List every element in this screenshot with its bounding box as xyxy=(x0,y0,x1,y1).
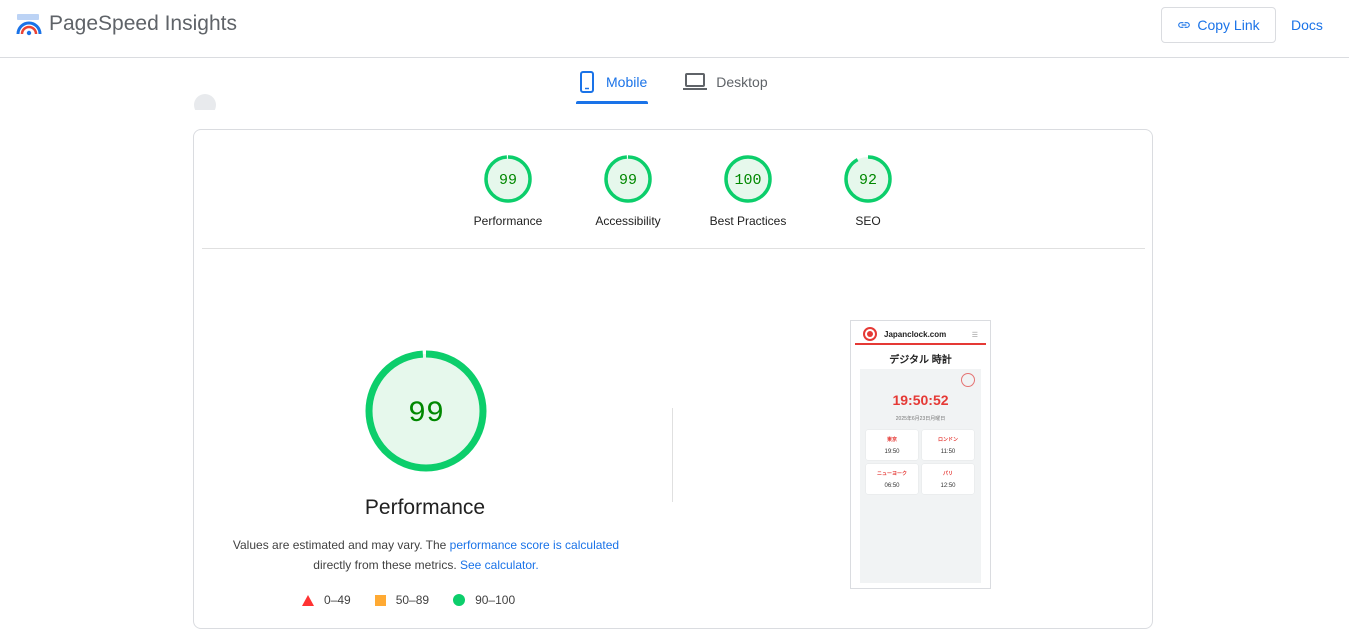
favicon xyxy=(194,94,216,110)
docs-link[interactable]: Docs xyxy=(1291,17,1323,33)
gauge-label: Best Practices xyxy=(709,214,787,228)
gauge-ring: 100 xyxy=(724,155,772,203)
device-tabs: Mobile Desktop xyxy=(576,60,769,106)
screenshot-date: 2025年6月23日月曜日 xyxy=(895,416,946,422)
city-name: ロンドン xyxy=(937,436,958,443)
city-card: ロンドン 11:50 xyxy=(922,430,974,460)
city-card: パリ 12:50 xyxy=(922,464,974,494)
gauge-best-practices[interactable]: 100 Best Practices xyxy=(688,154,808,228)
legend-average: 50–89 xyxy=(374,593,430,607)
top-bar: PageSpeed Insights Copy Link Docs xyxy=(0,0,1349,58)
vertical-separator xyxy=(672,408,673,502)
gauge-ring: 92 xyxy=(844,155,892,203)
smartphone-icon xyxy=(580,71,594,93)
gauge-ring: 99 xyxy=(484,155,532,203)
legend-range: 90–100 xyxy=(475,593,516,607)
note-text: directly from these metrics. xyxy=(313,558,460,572)
city-card: ニューヨーク 06:50 xyxy=(866,464,918,494)
settings-circle-icon xyxy=(961,373,975,387)
tab-mobile[interactable]: Mobile xyxy=(576,60,649,104)
main-score-value: 99 xyxy=(408,397,444,431)
app-title[interactable]: PageSpeed Insights xyxy=(49,12,237,36)
performance-score-link[interactable]: performance score is calculated xyxy=(450,538,619,552)
analyzed-url-row xyxy=(194,94,474,110)
city-time: 11:50 xyxy=(940,448,956,455)
page-screenshot: Japanclock.com ☰ デジタル 時計 19:50:52 2025年6… xyxy=(850,320,991,589)
legend-range: 50–89 xyxy=(395,593,430,607)
gauge-label: Accessibility xyxy=(595,214,661,228)
screenshot-title: デジタル 時計 xyxy=(889,355,952,366)
gauge-label: SEO xyxy=(855,214,881,228)
main-score-label: Performance xyxy=(364,496,486,519)
gauge-score: 99 xyxy=(499,172,517,189)
gauge-score: 92 xyxy=(859,172,877,189)
gauge-ring: 99 xyxy=(604,155,652,203)
tab-desktop-label: Desktop xyxy=(716,74,768,90)
see-calculator-link[interactable]: See calculator. xyxy=(460,558,539,572)
copy-link-button[interactable]: Copy Link xyxy=(1161,7,1276,43)
square-icon xyxy=(374,594,386,606)
screenshot-time: 19:50:52 xyxy=(892,392,949,408)
tab-mobile-label: Mobile xyxy=(606,74,648,90)
gauge-label: Performance xyxy=(473,214,543,228)
screenshot-brand: Japanclock.com xyxy=(884,329,947,339)
link-icon xyxy=(1178,22,1191,28)
pagespeed-logo-icon[interactable] xyxy=(16,12,42,38)
city-name: 東京 xyxy=(886,436,897,443)
gauge-score: 99 xyxy=(619,172,637,189)
legend-pass: 90–100 xyxy=(453,593,515,607)
gauge-accessibility[interactable]: 99 Accessibility xyxy=(568,154,688,228)
gauge-seo[interactable]: 92 SEO xyxy=(808,154,928,228)
score-legend: 0–49 50–89 90–100 xyxy=(302,593,515,607)
city-time: 19:50 xyxy=(884,448,900,455)
screenshot-header: Japanclock.com ☰ xyxy=(855,325,986,345)
score-note: Values are estimated and may vary. The p… xyxy=(226,535,626,575)
score-gauges: 99 Performance 99 Accessibility 100 Best… xyxy=(448,154,928,228)
note-text: Values are estimated and may vary. The xyxy=(232,538,450,552)
performance-big-gauge: 99 xyxy=(365,350,487,472)
city-card: 東京 19:50 xyxy=(866,430,918,460)
triangle-icon xyxy=(302,594,314,606)
city-time: 12:50 xyxy=(940,482,956,489)
city-time: 06:50 xyxy=(884,482,900,489)
tab-desktop[interactable]: Desktop xyxy=(682,60,768,104)
clock-logo-icon xyxy=(863,327,877,341)
city-grid: 東京 19:50 ロンドン 11:50 ニューヨーク 06:50 パリ 12:5… xyxy=(866,430,976,494)
gauge-score: 100 xyxy=(734,172,761,189)
divider xyxy=(202,248,1145,249)
circle-icon xyxy=(453,594,466,606)
copy-link-label: Copy Link xyxy=(1197,17,1260,33)
legend-fail: 0–49 xyxy=(302,593,351,607)
report-card: 99 Performance 99 Accessibility 100 Best… xyxy=(193,129,1153,629)
city-name: ニューヨーク xyxy=(876,470,907,477)
gauge-performance[interactable]: 99 Performance xyxy=(448,154,568,228)
legend-range: 0–49 xyxy=(324,593,351,607)
menu-icon: ☰ xyxy=(971,332,978,339)
laptop-icon xyxy=(683,73,708,90)
city-name: パリ xyxy=(942,470,953,477)
